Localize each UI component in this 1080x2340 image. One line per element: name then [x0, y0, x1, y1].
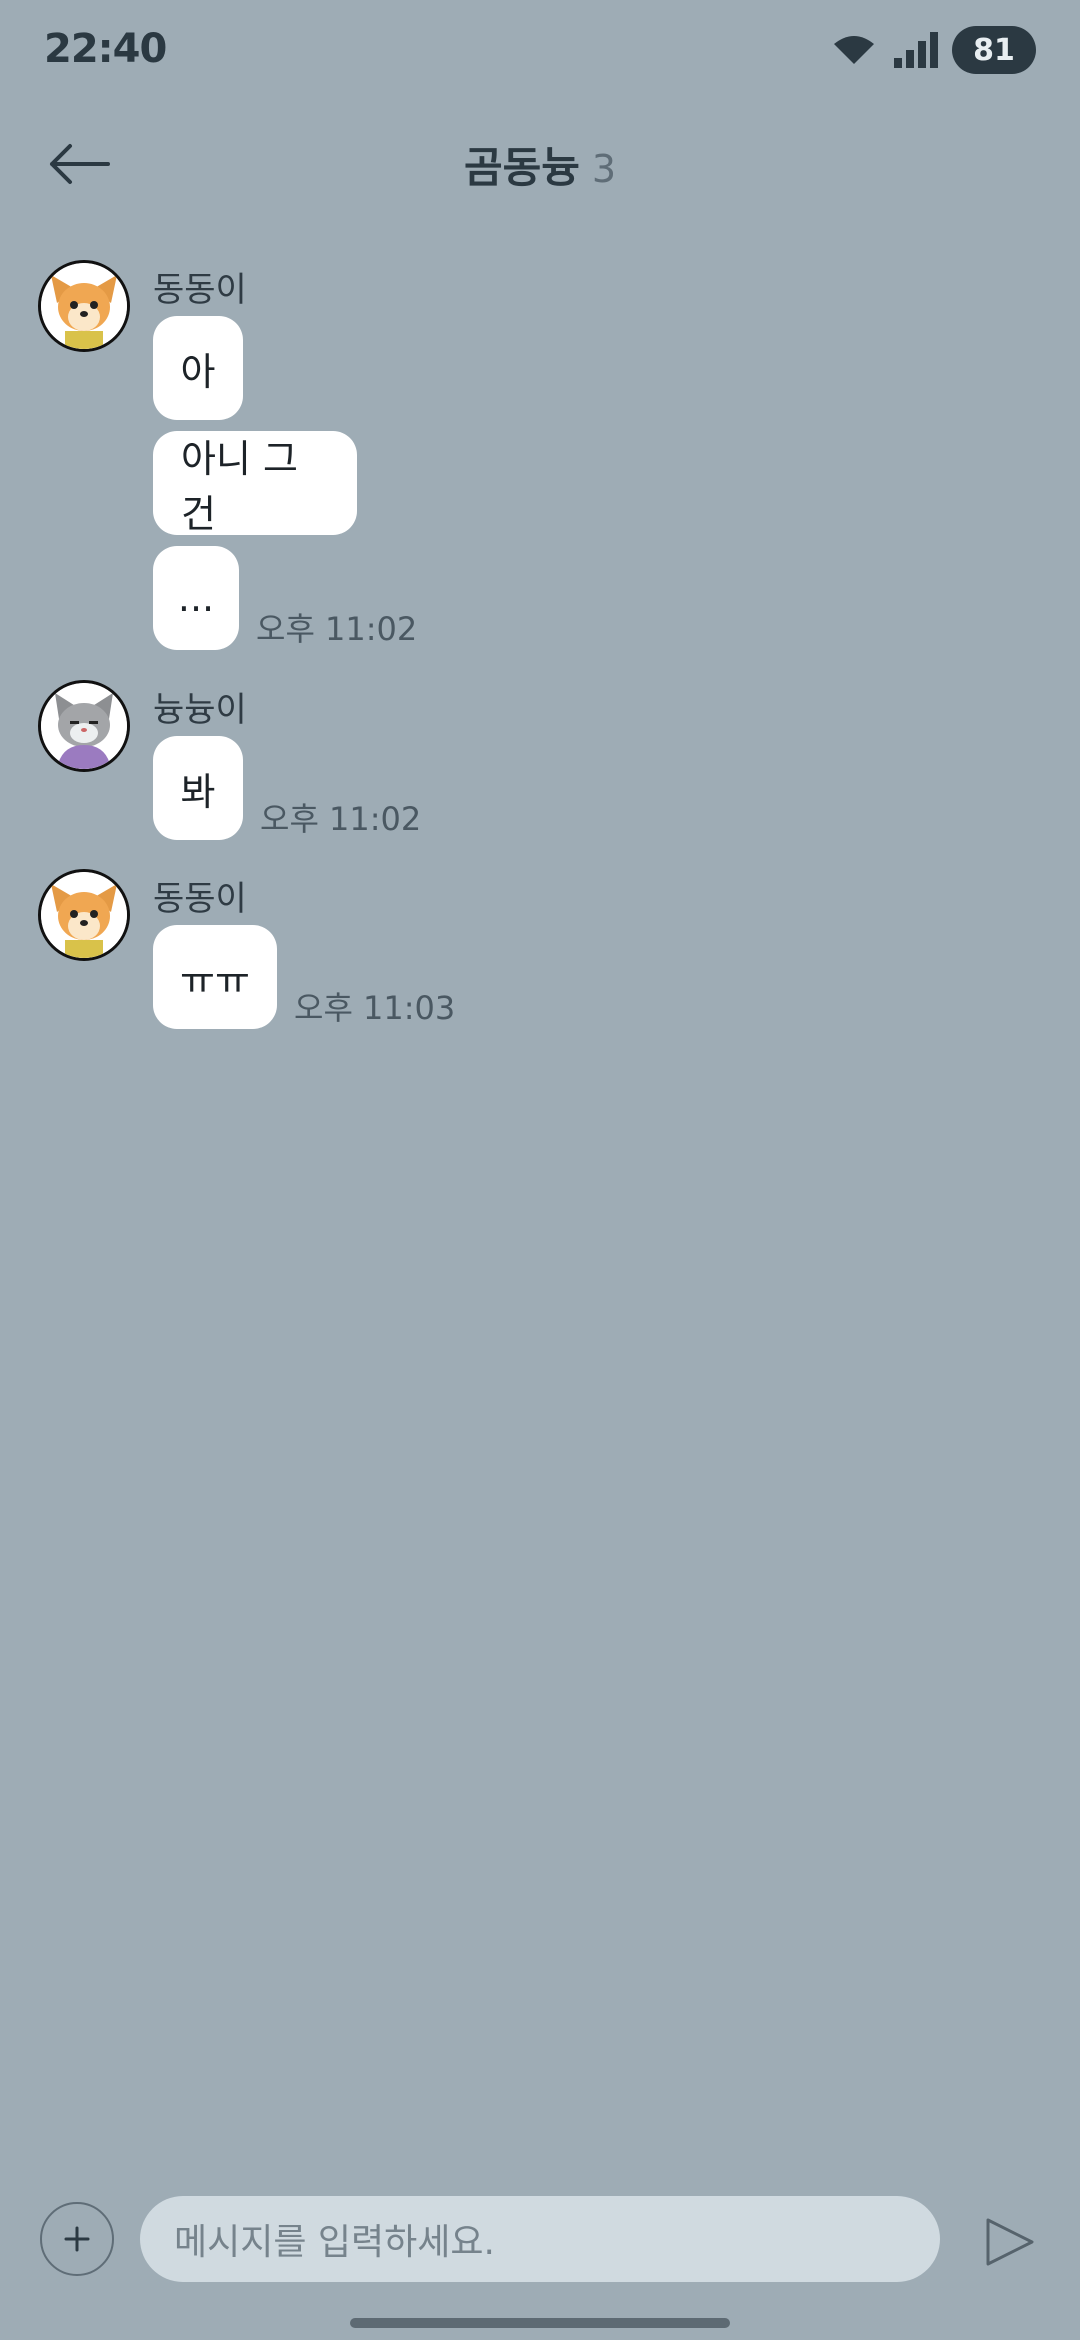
sender-name: 동동이 [153, 270, 247, 310]
sender-name: 동동이 [153, 879, 247, 919]
status-bar: 22:40 81 [0, 0, 1080, 100]
message-bubble[interactable]: 봐 [153, 736, 243, 840]
cat-avatar[interactable] [38, 680, 130, 772]
wifi-icon [834, 36, 874, 64]
signal-icon [894, 32, 938, 68]
dog-avatar[interactable] [38, 869, 130, 961]
message-timestamp: 오후 11:02 [260, 800, 422, 838]
message-bubble[interactable]: ㅠㅠ [153, 925, 277, 1029]
send-icon[interactable] [980, 2212, 1040, 2272]
message-bubble[interactable]: ... [153, 546, 239, 650]
message-input[interactable]: 메시지를 입력하세요. [140, 2196, 940, 2282]
message-input-placeholder: 메시지를 입력하세요. [174, 2222, 495, 2263]
battery-indicator: 81 [952, 26, 1036, 74]
chat-header: 곰동늉 3 [0, 112, 1080, 216]
status-time: 22:40 [44, 26, 167, 72]
attach-button[interactable] [40, 2202, 114, 2276]
dog-avatar[interactable] [38, 260, 130, 352]
message-timestamp: 오후 11:02 [256, 610, 418, 648]
message-bubble[interactable]: 아니 그건 [153, 431, 357, 536]
home-indicator [350, 2318, 730, 2328]
chat-title-area: 곰동늉 3 [0, 134, 1080, 195]
plus-icon [64, 2226, 90, 2252]
message-bubble[interactable]: 아 [153, 316, 243, 420]
chat-title: 곰동늉 [463, 143, 580, 192]
sender-name: 늉늉이 [153, 690, 247, 730]
message-timestamp: 오후 11:03 [294, 989, 456, 1027]
member-count: 3 [591, 147, 617, 191]
